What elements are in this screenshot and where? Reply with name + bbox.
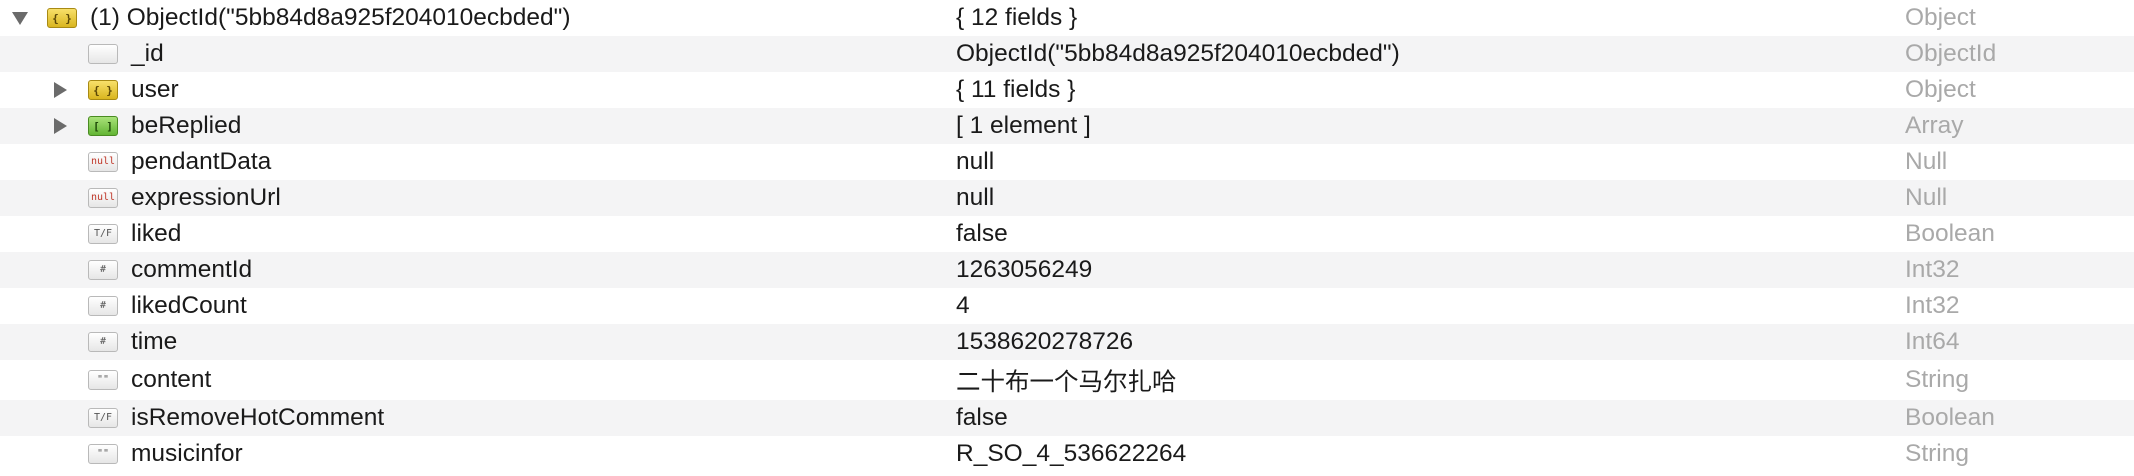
- field-type: Boolean: [1905, 220, 1995, 247]
- field-type: ObjectId: [1905, 40, 1997, 67]
- objectid-icon: [88, 44, 118, 64]
- field-value: null: [956, 148, 995, 175]
- field-type: String: [1905, 366, 1970, 393]
- field-type: Object: [1905, 76, 1976, 103]
- field-type: String: [1905, 440, 1970, 467]
- tree-row[interactable]: # commentId 1263056249 Int32: [0, 252, 2134, 288]
- field-value: { 12 fields }: [956, 4, 1078, 31]
- number-icon: #: [88, 332, 118, 352]
- tree-row[interactable]: # likedCount 4 Int32: [0, 288, 2134, 324]
- tree-row[interactable]: _id ObjectId("5bb84d8a925f204010ecbded")…: [0, 36, 2134, 72]
- field-type: Array: [1905, 112, 1964, 139]
- tree-row[interactable]: null expressionUrl null Null: [0, 180, 2134, 216]
- tree-row-root-document[interactable]: { } (1) ObjectId("5bb84d8a925f204010ecbd…: [0, 0, 2134, 36]
- field-type: Null: [1905, 184, 1948, 211]
- field-type: Boolean: [1905, 404, 1995, 431]
- field-value: R_SO_4_536622264: [956, 440, 1187, 467]
- object-icon: { }: [88, 80, 118, 100]
- tree-row[interactable]: null pendantData null Null: [0, 144, 2134, 180]
- field-type: Int64: [1905, 328, 1960, 355]
- boolean-icon: T/F: [88, 408, 118, 428]
- field-key: commentId: [131, 256, 253, 283]
- string-icon: "": [88, 444, 118, 464]
- field-key: content: [131, 366, 212, 393]
- field-key: likedCount: [131, 292, 247, 319]
- field-value: false: [956, 404, 1008, 431]
- field-key: isRemoveHotComment: [131, 404, 385, 431]
- number-icon: #: [88, 296, 118, 316]
- string-icon: "": [88, 370, 118, 390]
- null-icon: null: [88, 152, 118, 172]
- expand-toggle-collapsed-icon[interactable]: [50, 80, 70, 100]
- field-key: _id: [131, 40, 164, 67]
- field-value: 1263056249: [956, 256, 1093, 283]
- field-value: ObjectId("5bb84d8a925f204010ecbded"): [956, 40, 1400, 67]
- tree-row[interactable]: "" content 二十布一个马尔扎哈 String: [0, 360, 2134, 400]
- tree-row[interactable]: { } user { 11 fields } Object: [0, 72, 2134, 108]
- field-key: liked: [131, 220, 182, 247]
- object-icon: { }: [47, 8, 77, 28]
- field-type: Object: [1905, 4, 1976, 31]
- boolean-icon: T/F: [88, 224, 118, 244]
- expand-toggle-expanded-icon[interactable]: [10, 8, 30, 28]
- field-value: { 11 fields }: [956, 76, 1076, 103]
- field-value: false: [956, 220, 1008, 247]
- field-type: Int32: [1905, 256, 1960, 283]
- field-value: 1538620278726: [956, 328, 1134, 355]
- array-icon: [ ]: [88, 116, 118, 136]
- tree-row[interactable]: # time 1538620278726 Int64: [0, 324, 2134, 360]
- tree-row[interactable]: [ ] beReplied [ 1 element ] Array: [0, 108, 2134, 144]
- field-key: beReplied: [131, 112, 242, 139]
- tree-row[interactable]: T/F isRemoveHotComment false Boolean: [0, 400, 2134, 436]
- null-icon: null: [88, 188, 118, 208]
- field-key: expressionUrl: [131, 184, 281, 211]
- field-value: null: [956, 184, 995, 211]
- field-key: musicinfor: [131, 440, 243, 467]
- field-value: 二十布一个马尔扎哈: [956, 368, 1177, 396]
- field-key: pendantData: [131, 148, 272, 175]
- expand-toggle-collapsed-icon[interactable]: [50, 116, 70, 136]
- field-key: (1) ObjectId("5bb84d8a925f204010ecbded"): [90, 4, 571, 31]
- tree-row[interactable]: T/F liked false Boolean: [0, 216, 2134, 252]
- field-key: time: [131, 328, 178, 355]
- field-value: [ 1 element ]: [956, 112, 1091, 139]
- field-type: Int32: [1905, 292, 1960, 319]
- document-tree: { } (1) ObjectId("5bb84d8a925f204010ecbd…: [0, 0, 2134, 476]
- tree-row[interactable]: "" musicinfor R_SO_4_536622264 String: [0, 436, 2134, 472]
- field-value: 4: [956, 292, 970, 319]
- number-icon: #: [88, 260, 118, 280]
- field-type: Null: [1905, 148, 1948, 175]
- field-key: user: [131, 76, 179, 103]
